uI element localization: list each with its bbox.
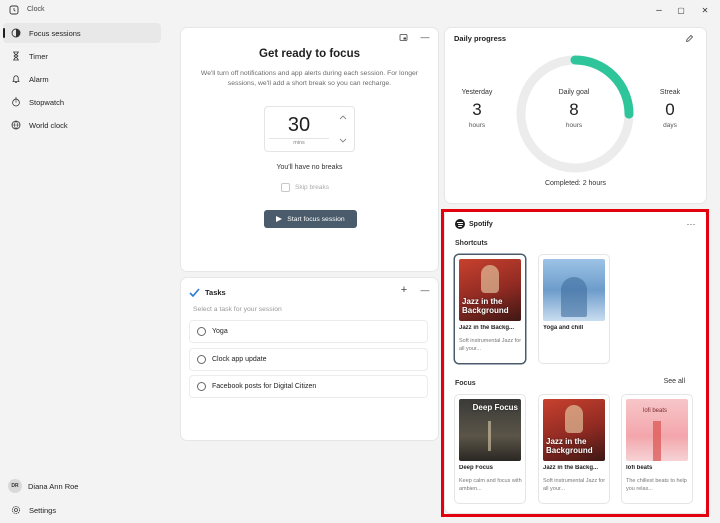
app-title: Clock bbox=[27, 6, 45, 13]
active-indicator bbox=[3, 28, 5, 38]
yesterday-value: 3 bbox=[472, 100, 482, 119]
clock-app-icon bbox=[9, 5, 19, 15]
focus-title: Get ready to focus bbox=[259, 48, 360, 60]
task-label: Yoga bbox=[212, 328, 228, 335]
tasks-subtitle: Select a task for your session bbox=[193, 306, 282, 313]
start-focus-button[interactable]: Start focus session bbox=[264, 210, 357, 228]
sidebar-item-world-clock[interactable]: World clock bbox=[3, 115, 161, 135]
hourglass-icon bbox=[13, 51, 19, 61]
yesterday-label: Yesterday bbox=[461, 89, 493, 96]
task-radio[interactable] bbox=[197, 382, 206, 391]
more-options-icon[interactable]: — bbox=[419, 284, 431, 296]
sidebar-item-label: Alarm bbox=[29, 75, 49, 84]
progress-title: Daily progress bbox=[454, 34, 507, 43]
task-item[interactable]: Facebook posts for Digital Citizen bbox=[189, 375, 428, 398]
tasks-title: Tasks bbox=[205, 287, 226, 297]
task-item[interactable]: Yoga bbox=[189, 320, 428, 343]
sidebar-item-label: Stopwatch bbox=[29, 98, 65, 107]
focus-session-card: — Get ready to focus We'll turn off noti… bbox=[181, 28, 438, 271]
close-button[interactable]: ✕ bbox=[693, 2, 717, 18]
focus-description: We'll turn off notifications and app ale… bbox=[200, 70, 419, 87]
maximize-button[interactable]: ▢ bbox=[669, 2, 693, 18]
tasks-card: Tasks + — Select a task for your session… bbox=[181, 278, 438, 440]
user-name: Diana Ann Roe bbox=[28, 482, 79, 491]
user-profile[interactable]: DR Diana Ann Roe bbox=[6, 478, 156, 494]
yesterday-stat: Yesterday 3 hours bbox=[452, 89, 502, 129]
chevron-down-icon[interactable] bbox=[336, 135, 350, 145]
goal-unit: hours bbox=[565, 122, 583, 129]
stopwatch-icon bbox=[12, 97, 20, 107]
goal-label: Daily goal bbox=[558, 89, 590, 96]
streak-value: 0 bbox=[665, 100, 675, 119]
daily-progress-card: Daily progress Yesterday 3 hours Daily g… bbox=[445, 28, 706, 203]
task-label: Facebook posts for Digital Citizen bbox=[212, 383, 317, 390]
sidebar-item-focus-sessions[interactable]: Focus sessions bbox=[3, 23, 161, 43]
add-task-icon[interactable]: + bbox=[398, 284, 410, 296]
chevron-up-icon[interactable] bbox=[336, 112, 350, 122]
tasks-header: Tasks bbox=[189, 286, 226, 298]
focus-icon bbox=[11, 28, 21, 38]
sidebar-item-settings[interactable]: Settings bbox=[3, 500, 161, 520]
minimize-button[interactable]: – bbox=[647, 2, 671, 18]
skip-breaks-checkbox[interactable]: Skip breaks bbox=[281, 182, 329, 192]
play-icon bbox=[276, 216, 283, 222]
highlight-box bbox=[441, 209, 709, 517]
task-radio[interactable] bbox=[197, 327, 206, 336]
streak-stat: Streak 0 days bbox=[645, 89, 695, 129]
sidebar-item-label: Focus sessions bbox=[29, 29, 81, 38]
minutes-unit: mins bbox=[293, 140, 305, 146]
task-label: Clock app update bbox=[212, 356, 267, 363]
sidebar-item-label: Timer bbox=[29, 52, 48, 61]
sidebar: Focus sessions Timer Alarm Stopwatch Wor… bbox=[0, 20, 165, 523]
minutes-value[interactable]: 30 bbox=[269, 114, 329, 137]
edit-pencil-icon[interactable] bbox=[683, 32, 695, 44]
goal-value: 8 bbox=[569, 100, 579, 119]
streak-label: Streak bbox=[659, 89, 681, 96]
skip-breaks-label: Skip breaks bbox=[295, 183, 329, 191]
sidebar-item-timer[interactable]: Timer bbox=[3, 46, 161, 66]
sidebar-item-stopwatch[interactable]: Stopwatch bbox=[3, 92, 161, 112]
bell-icon bbox=[12, 75, 20, 83]
globe-icon bbox=[11, 120, 21, 130]
sidebar-item-alarm[interactable]: Alarm bbox=[3, 69, 161, 89]
minutes-stepper[interactable]: 30 mins bbox=[264, 106, 355, 152]
todo-check-icon bbox=[189, 287, 200, 297]
checkbox-box[interactable] bbox=[281, 182, 290, 192]
sidebar-item-label: World clock bbox=[29, 121, 68, 130]
completed-text: Completed: 2 hours bbox=[544, 180, 607, 187]
daily-goal-stat[interactable]: Daily goal 8 hours bbox=[549, 89, 599, 129]
task-radio[interactable] bbox=[197, 355, 206, 364]
gear-icon bbox=[12, 506, 20, 514]
divider bbox=[269, 138, 329, 139]
breaks-info: You'll have no breaks bbox=[276, 164, 343, 171]
yesterday-unit: hours bbox=[468, 122, 486, 129]
pin-icon[interactable] bbox=[397, 31, 409, 43]
avatar: DR bbox=[8, 479, 22, 493]
sidebar-item-label: Settings bbox=[29, 506, 57, 515]
task-item[interactable]: Clock app update bbox=[189, 348, 428, 371]
start-focus-label: Start focus session bbox=[287, 215, 345, 223]
title-bar: Clock – ▢ ✕ bbox=[0, 0, 720, 20]
more-options-icon[interactable]: — bbox=[419, 31, 431, 43]
streak-unit: days bbox=[663, 122, 677, 129]
